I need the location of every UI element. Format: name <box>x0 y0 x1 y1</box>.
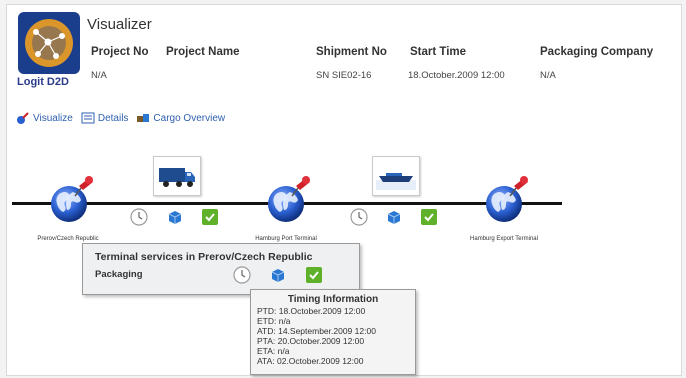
cube-icon[interactable] <box>269 266 287 284</box>
timing-tooltip-title: Timing Information <box>287 294 379 305</box>
timing-row-eta: ETA: n/a <box>257 346 290 356</box>
globe-icon[interactable] <box>45 172 101 228</box>
logo-text: Logit D2D <box>17 76 69 88</box>
timing-row-ptd: PTD: 18.October.2009 12:00 <box>257 306 366 316</box>
terminal-tooltip-title: Terminal services in Prerov/Czech Republ… <box>95 251 313 263</box>
header-shipment-no: Shipment No <box>316 46 387 58</box>
view-tabs: Visualize Details Cargo Overview <box>16 108 225 128</box>
timing-row-ata: ATA: 02.October.2009 12:00 <box>257 356 364 366</box>
app-title: Visualizer <box>87 16 152 33</box>
timing-row-pta: PTA: 20.October.2009 12:00 <box>257 336 365 346</box>
details-icon <box>81 112 95 124</box>
truck-icon <box>159 168 195 187</box>
logit-logo-icon <box>18 12 80 74</box>
project-no-value: N/A <box>91 70 107 81</box>
ship-icon <box>376 173 416 190</box>
visualize-icon <box>17 112 29 124</box>
tab-details-label: Details <box>97 112 129 124</box>
node-label-hamburg-export: Hamburg Export Terminal <box>470 236 538 242</box>
truck-transport[interactable] <box>153 156 201 196</box>
ship-transport[interactable] <box>372 156 420 196</box>
cargo-icon <box>137 114 150 122</box>
check-icon[interactable] <box>305 266 323 284</box>
globe-icon[interactable] <box>480 172 536 228</box>
start-time-value: 18.October.2009 12:00 <box>408 70 505 81</box>
check-icon[interactable] <box>420 208 438 226</box>
node-label-prerov: Prerov/Czech Republic <box>37 236 99 242</box>
header-packaging-company: Packaging Company <box>540 46 654 58</box>
shipment-no-value: SN SIE02-16 <box>316 70 372 81</box>
clock-icon[interactable] <box>130 208 148 226</box>
check-icon[interactable] <box>201 208 219 226</box>
header-start-time: Start Time <box>410 46 467 58</box>
timing-row-atd: ATD: 14.September.2009 12:00 <box>257 326 376 336</box>
header-project-no: Project No <box>91 46 149 58</box>
header-project-name: Project Name <box>166 46 240 58</box>
tab-cargo-overview[interactable]: Cargo Overview <box>136 111 225 125</box>
clock-icon[interactable] <box>233 266 251 284</box>
tab-visualize[interactable]: Visualize <box>16 111 73 125</box>
timing-row-etd: ETD: n/a <box>257 316 291 326</box>
cube-icon[interactable] <box>385 208 403 226</box>
tab-cargo-overview-label: Cargo Overview <box>153 112 226 124</box>
packaging-company-value: N/A <box>540 70 556 81</box>
globe-icon[interactable] <box>262 172 318 228</box>
cube-icon[interactable] <box>166 208 184 226</box>
tab-visualize-label: Visualize <box>33 112 73 124</box>
tab-details[interactable]: Details <box>81 111 129 125</box>
terminal-tooltip-subtitle: Packaging <box>95 269 143 280</box>
terminal-services-tooltip: Terminal services in Prerov/Czech Republ… <box>82 243 360 295</box>
timing-information-tooltip: Timing Information PTD: 18.October.2009 … <box>250 289 416 375</box>
clock-icon[interactable] <box>350 208 368 226</box>
node-label-hamburg-port: Hamburg Port Terminal <box>255 236 317 242</box>
